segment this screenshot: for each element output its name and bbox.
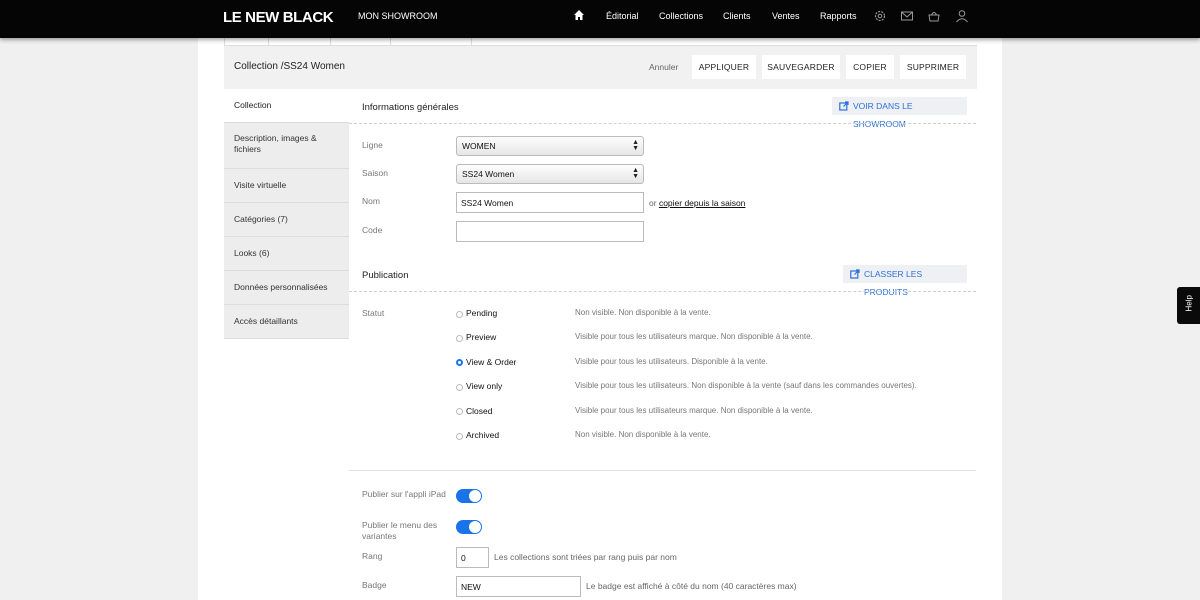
help-tab[interactable]: Help (1177, 287, 1200, 324)
sidebar: Collection Description, images & fichier… (224, 89, 349, 339)
ligne-value: WOMEN (462, 141, 496, 151)
publication-section-title: Publication (362, 270, 409, 281)
status-radio-archived[interactable] (456, 433, 463, 440)
nav-clients[interactable]: Clients (723, 11, 751, 21)
toggle-knob (469, 490, 481, 502)
brand-logo[interactable]: LE NEW BLACK (223, 9, 334, 26)
ligne-label: Ligne (362, 140, 383, 150)
nav-rapports[interactable]: Rapports (820, 11, 857, 21)
gear-icon[interactable] (873, 9, 887, 23)
sidebar-item-categories[interactable]: Catégories (7) (224, 203, 349, 237)
variants-publish-label: Publier le menu des variantes (362, 520, 438, 541)
status-option-label[interactable]: Pending (466, 308, 497, 318)
badge-hint: Le badge est affiché à côté du nom (40 c… (586, 581, 797, 591)
top-navigation-bar: LE NEW BLACK MON SHOWROOM Éditorial Coll… (0, 0, 1200, 38)
view-in-showroom-label: VOIR DANS LE SHOWROOM (853, 101, 913, 129)
status-option-desc: Visible pour tous les utilisateurs. Non … (575, 381, 917, 390)
saison-select[interactable]: SS24 Women ▲ ▼ (456, 164, 644, 184)
status-option-desc: Non visible. Non disponible à la vente. (575, 430, 711, 439)
copy-button[interactable]: COPIER (846, 55, 894, 79)
nom-input[interactable]: SS24 Women (456, 192, 644, 213)
variants-publish-toggle[interactable] (456, 520, 482, 534)
status-radio-view-order[interactable] (456, 359, 463, 366)
sidebar-item-looks[interactable]: Looks (6) (224, 237, 349, 271)
rang-hint: Les collections sont triées par rang pui… (494, 552, 677, 562)
badge-label: Badge (362, 580, 387, 590)
external-link-icon (850, 269, 860, 279)
status-radio-closed[interactable] (456, 408, 463, 415)
status-label: Statut (362, 308, 385, 318)
general-section-title: Informations générales (362, 102, 459, 113)
nom-or-text: or copier depuis la saison (649, 198, 745, 208)
status-option-desc: Visible pour tous les utilisateurs. Disp… (575, 357, 768, 366)
nom-label: Nom (362, 196, 380, 206)
status-option-label[interactable]: Archived (466, 430, 499, 440)
ipad-publish-toggle[interactable] (456, 489, 482, 503)
view-in-showroom-button[interactable]: VOIR DANS LE SHOWROOM (832, 97, 967, 129)
status-option-desc: Visible pour tous les utilisateurs marqu… (575, 406, 813, 415)
saison-value: SS24 Women (462, 169, 515, 179)
code-input[interactable] (456, 221, 644, 242)
apply-button[interactable]: APPLIQUER (692, 55, 756, 79)
user-icon[interactable] (955, 9, 969, 23)
saison-label: Saison (362, 168, 388, 178)
rang-input[interactable]: 0 (456, 547, 489, 568)
sidebar-item-collection[interactable]: Collection (224, 89, 349, 123)
basket-icon[interactable] (927, 9, 941, 23)
status-option-desc: Non visible. Non disponible à la vente. (575, 308, 711, 317)
mail-icon[interactable] (900, 9, 914, 23)
status-radio-preview[interactable] (456, 335, 463, 342)
rang-label: Rang (362, 551, 383, 561)
ipad-publish-label: Publier sur l'appli iPad (362, 489, 446, 499)
code-label: Code (362, 225, 383, 235)
status-option-desc: Visible pour tous les utilisateurs marqu… (575, 332, 813, 341)
status-option-label[interactable]: Preview (466, 332, 496, 342)
status-option-label[interactable]: Closed (466, 406, 492, 416)
divider (349, 123, 976, 124)
or-text: or (649, 198, 657, 208)
nav-ventes[interactable]: Ventes (772, 11, 800, 21)
toggle-knob (469, 521, 481, 533)
divider (349, 470, 976, 471)
status-radio-pending[interactable] (456, 311, 463, 318)
home-icon[interactable] (573, 9, 585, 21)
status-option-label[interactable]: View only (466, 381, 502, 391)
nav-collections[interactable]: Collections (659, 11, 703, 21)
copy-from-season-link[interactable]: copier depuis la saison (659, 198, 745, 208)
select-arrows-icon: ▲ ▼ (632, 167, 639, 180)
help-label: Help (1184, 295, 1194, 312)
sidebar-item-custom-data[interactable]: Données personnalisées (224, 271, 349, 305)
my-showroom-link[interactable]: MON SHOWROOM (358, 11, 438, 21)
sort-products-button[interactable]: CLASSER LES PRODUITS (843, 265, 967, 297)
sidebar-item-virtual-visit[interactable]: Visite virtuelle (224, 169, 349, 203)
sidebar-item-retailer-access[interactable]: Accès détaillants (224, 305, 349, 339)
delete-button[interactable]: SUPPRIMER (900, 55, 966, 79)
badge-input[interactable]: NEW (456, 576, 581, 597)
select-arrows-icon: ▲ ▼ (632, 139, 639, 152)
sidebar-item-description[interactable]: Description, images & fichiers (224, 123, 349, 169)
tab-strip (224, 38, 504, 45)
status-option-label[interactable]: View & Order (466, 357, 516, 367)
nav-editorial[interactable]: Éditorial (606, 11, 639, 21)
external-link-icon (839, 101, 849, 111)
page-title: Collection /SS24 Women (234, 61, 345, 72)
divider (349, 291, 976, 292)
save-button[interactable]: SAUVEGARDER (762, 55, 840, 79)
status-radio-view-only[interactable] (456, 384, 463, 391)
cancel-link[interactable]: Annuler (649, 62, 678, 72)
ligne-select[interactable]: WOMEN ▲ ▼ (456, 136, 644, 156)
